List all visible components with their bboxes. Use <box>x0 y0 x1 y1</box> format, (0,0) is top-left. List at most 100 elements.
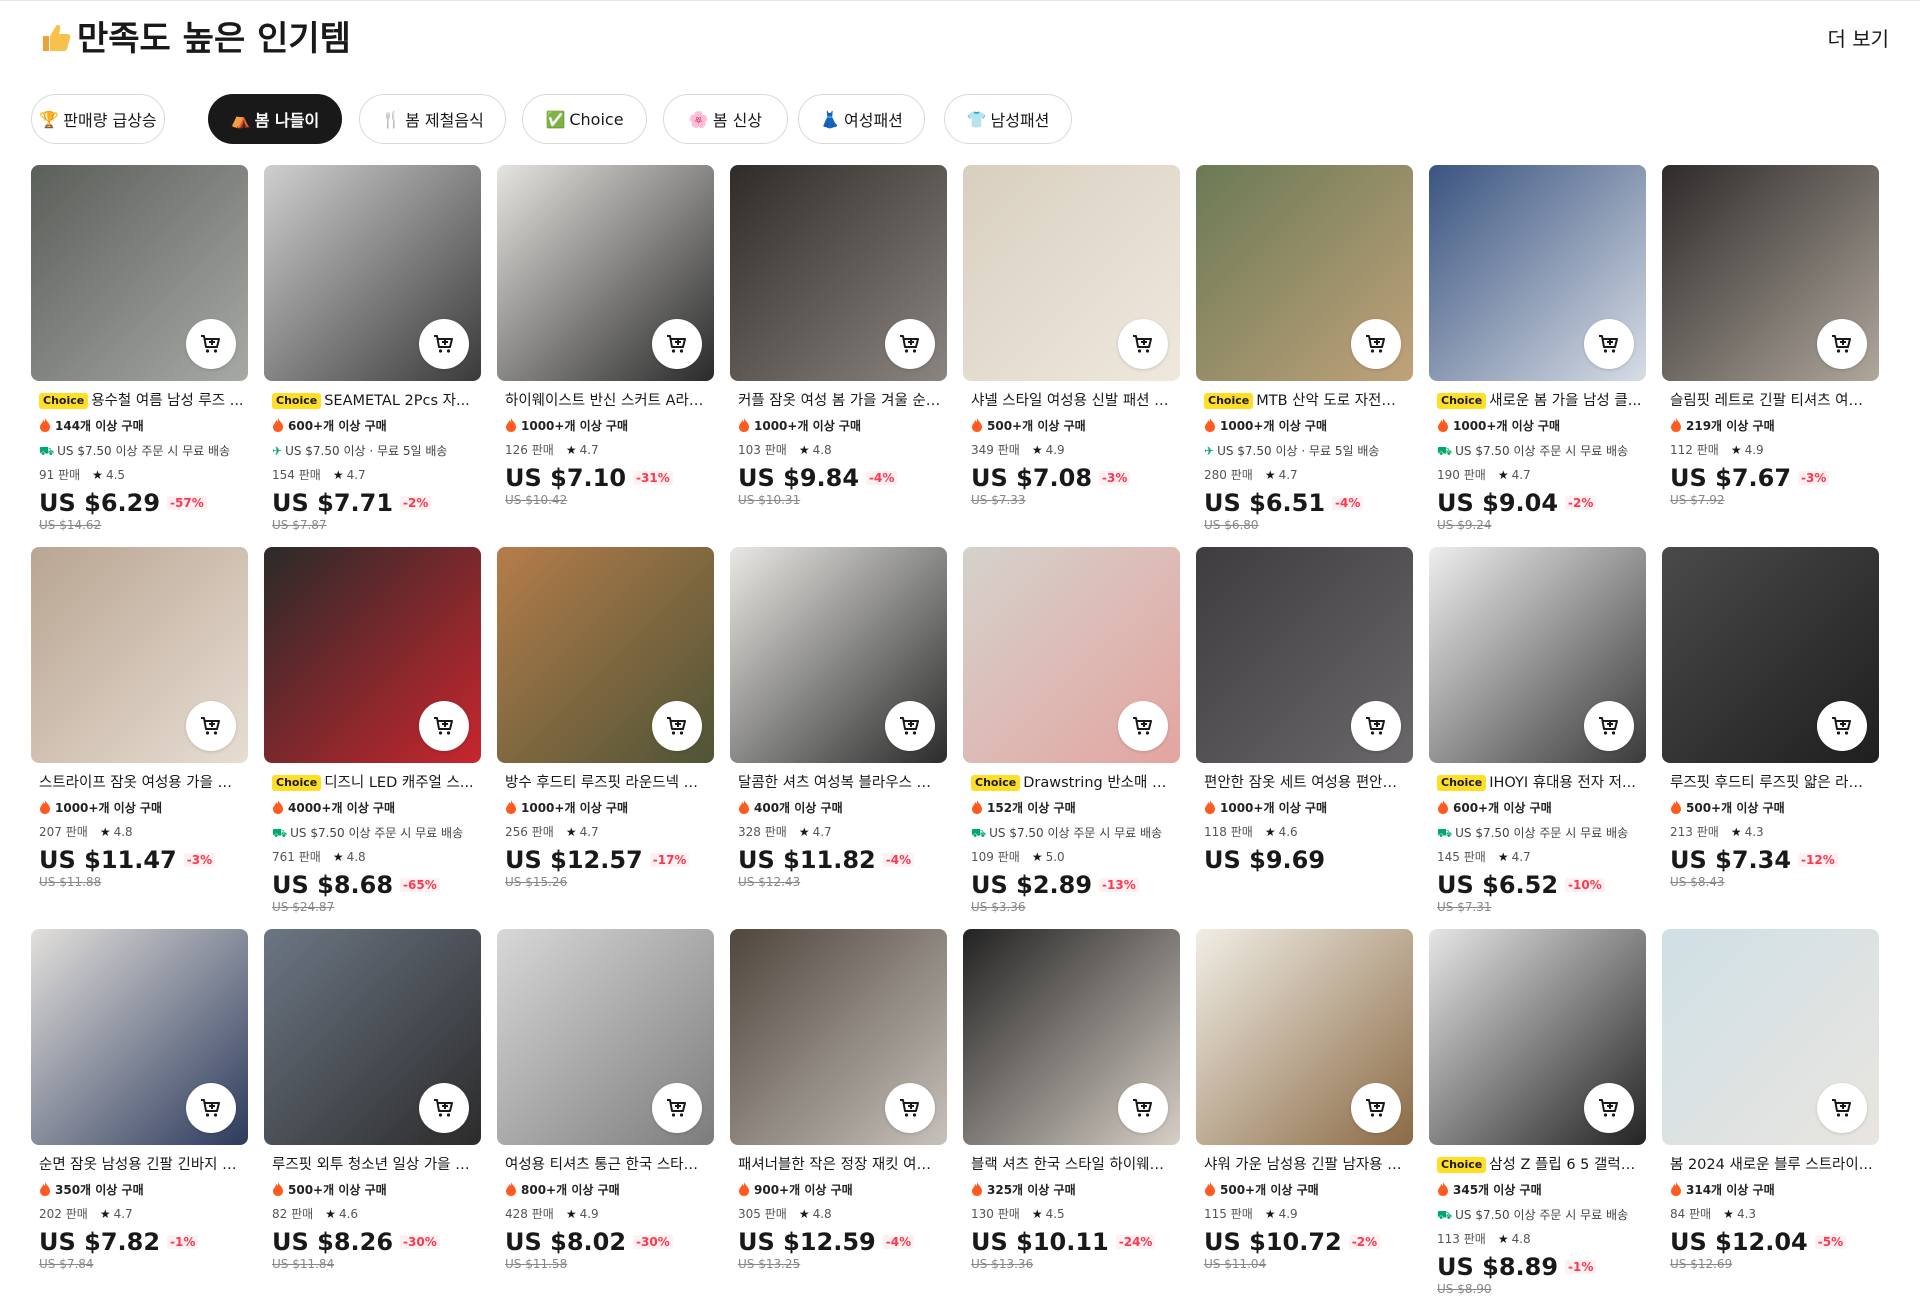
add-to-cart-button[interactable] <box>419 1083 469 1133</box>
product-name[interactable]: 봄 2024 새로운 블루 스트라이... <box>1670 1155 1875 1175</box>
add-to-cart-button[interactable] <box>652 319 702 369</box>
tab-spring-food[interactable]: 🍴 봄 제철음식 <box>359 94 506 144</box>
product-image[interactable] <box>730 547 947 763</box>
current-price: US $9.04 <box>1437 489 1559 517</box>
choice-badge: Choice <box>1204 393 1254 409</box>
add-to-cart-button[interactable] <box>885 319 935 369</box>
product-name[interactable]: 슬림핏 레트로 긴팔 티셔츠 여성... <box>1670 391 1875 411</box>
add-to-cart-button[interactable] <box>1351 1083 1401 1133</box>
product-name[interactable]: 커플 잠옷 여성 봄 가을 겨울 순수... <box>738 391 943 411</box>
product-image[interactable] <box>1662 165 1879 381</box>
sold-count: 500+개 이상 구매 <box>272 1181 477 1199</box>
add-to-cart-button[interactable] <box>1817 701 1867 751</box>
product-image[interactable] <box>1662 547 1879 763</box>
add-to-cart-button[interactable] <box>652 701 702 751</box>
product-image[interactable] <box>264 547 481 763</box>
product-image[interactable] <box>963 165 1180 381</box>
product-image[interactable] <box>1429 547 1646 763</box>
product-image[interactable] <box>1662 929 1879 1145</box>
product-name[interactable]: 샤넬 스타일 여성용 신발 패션 플... <box>971 391 1176 411</box>
product-name[interactable]: Choice 용수철 여름 남성 루즈 ... <box>39 391 244 411</box>
product-image[interactable] <box>1429 165 1646 381</box>
product-image[interactable] <box>1196 547 1413 763</box>
product-image[interactable] <box>1196 165 1413 381</box>
product-name[interactable]: Choice SEAMETAL 2Pcs 자... <box>272 391 477 411</box>
add-to-cart-button[interactable] <box>1118 1083 1168 1133</box>
add-to-cart-button[interactable] <box>186 1083 236 1133</box>
add-to-cart-button[interactable] <box>1351 701 1401 751</box>
add-to-cart-button[interactable] <box>1351 319 1401 369</box>
product-image[interactable] <box>497 165 714 381</box>
star-icon: ★ <box>798 443 810 457</box>
product-name[interactable]: 편안한 잠옷 세트 여성용 편안한 ... <box>1204 773 1409 793</box>
product-image[interactable] <box>31 165 248 381</box>
product-image[interactable] <box>264 929 481 1145</box>
product-image[interactable] <box>264 165 481 381</box>
product-name[interactable]: 패셔너블한 작은 정장 재킷 여성... <box>738 1155 943 1175</box>
product-image[interactable] <box>31 929 248 1145</box>
tab-sales-surge[interactable]: 🏆 판매량 급상승 <box>31 94 165 144</box>
product-name[interactable]: 순면 잠옷 남성용 긴팔 긴바지 2... <box>39 1155 244 1175</box>
product-title: Drawstring 반소매 티... <box>1023 775 1176 791</box>
plane-icon: ✈ <box>1204 444 1215 458</box>
add-to-cart-button[interactable] <box>1584 319 1634 369</box>
product-name[interactable]: 루즈핏 외투 청소년 일상 가을 루... <box>272 1155 477 1175</box>
product-name[interactable]: 루즈핏 후드티 루즈핏 얇은 라운... <box>1670 773 1875 793</box>
product-name[interactable]: Choice 삼성 Z 플립 6 5 갤럭시... <box>1437 1155 1642 1175</box>
more-link[interactable]: 더 보기 <box>1827 24 1889 54</box>
rating-value: 4.7 <box>579 825 599 839</box>
add-to-cart-button[interactable] <box>1584 701 1634 751</box>
current-price: US $8.26 <box>272 1228 394 1256</box>
product-image[interactable] <box>1429 929 1646 1145</box>
product-name[interactable]: Choice 새로운 봄 가을 남성 클... <box>1437 391 1642 411</box>
product-name[interactable]: 방수 후드티 루즈핏 라운드넥 캐... <box>505 773 710 793</box>
current-price: US $10.11 <box>971 1228 1109 1256</box>
product-image[interactable] <box>963 547 1180 763</box>
add-to-cart-button[interactable] <box>419 319 469 369</box>
add-to-cart-button[interactable] <box>186 701 236 751</box>
current-price: US $12.04 <box>1670 1228 1808 1256</box>
product-image[interactable] <box>497 929 714 1145</box>
product-image[interactable] <box>31 547 248 763</box>
tab-spring-new[interactable]: 🌸 봄 신상 <box>663 94 788 144</box>
fire-icon <box>1205 1182 1215 1196</box>
product-image[interactable] <box>497 547 714 763</box>
add-to-cart-button[interactable] <box>419 701 469 751</box>
product-name[interactable]: 하이웨이스트 반신 스커트 A라인... <box>505 391 710 411</box>
product-image[interactable] <box>730 165 947 381</box>
product-name[interactable]: 여성용 티셔츠 통근 한국 스타일 ... <box>505 1155 710 1175</box>
add-to-cart-button[interactable] <box>1817 1083 1867 1133</box>
current-price: US $7.67 <box>1670 464 1792 492</box>
tab-spring-outing[interactable]: ⛺ 봄 나들이 <box>208 94 342 144</box>
product-name[interactable]: Choice IHOYI 휴대용 전자 저... <box>1437 773 1642 793</box>
add-to-cart-button[interactable] <box>1118 319 1168 369</box>
product-name[interactable]: 샤워 가운 남성용 긴팔 남자용 남... <box>1204 1155 1409 1175</box>
product-name[interactable]: 스트라이프 잠옷 여성용 가을 스... <box>39 773 244 793</box>
add-to-cart-button[interactable] <box>1584 1083 1634 1133</box>
add-to-cart-button[interactable] <box>885 1083 935 1133</box>
tab-women-fashion[interactable]: 👗 여성패션 <box>798 94 925 144</box>
sold-count: 1000+개 이상 구매 <box>1437 417 1642 435</box>
product-image[interactable] <box>730 929 947 1145</box>
cart-icon <box>900 1099 919 1117</box>
product-name[interactable]: Choice Drawstring 반소매 티... <box>971 773 1176 793</box>
add-to-cart-button[interactable] <box>885 701 935 751</box>
current-price: US $8.02 <box>505 1228 627 1256</box>
product-name[interactable]: Choice MTB 산악 도로 자전거 ... <box>1204 391 1409 411</box>
product-image[interactable] <box>963 929 1180 1145</box>
sold-text: 500+개 이상 구매 <box>1686 801 1785 815</box>
add-to-cart-button[interactable] <box>652 1083 702 1133</box>
add-to-cart-button[interactable] <box>186 319 236 369</box>
add-to-cart-button[interactable] <box>1817 319 1867 369</box>
price-row: US $8.02 -30% <box>505 1227 710 1257</box>
product-title: 하이웨이스트 반신 스커트 A라인... <box>505 393 710 409</box>
choice-badge: Choice <box>272 393 322 409</box>
product-name[interactable]: 달콤한 셔츠 여성복 블라우스 달... <box>738 773 943 793</box>
tab-men-fashion[interactable]: 👕 남성패션 <box>944 94 1072 144</box>
product-name[interactable]: 블랙 셔츠 한국 스타일 하이웨이... <box>971 1155 1176 1175</box>
product-name[interactable]: Choice 디즈니 LED 캐주얼 스... <box>272 773 477 793</box>
add-to-cart-button[interactable] <box>1118 701 1168 751</box>
tab-choice[interactable]: ✅ Choice <box>522 94 647 144</box>
product-image[interactable] <box>1196 929 1413 1145</box>
product-info: 봄 2024 새로운 블루 스트라이... 314개 이상 구매 84 판매 ★ 4.3… <box>1670 1155 1875 1271</box>
